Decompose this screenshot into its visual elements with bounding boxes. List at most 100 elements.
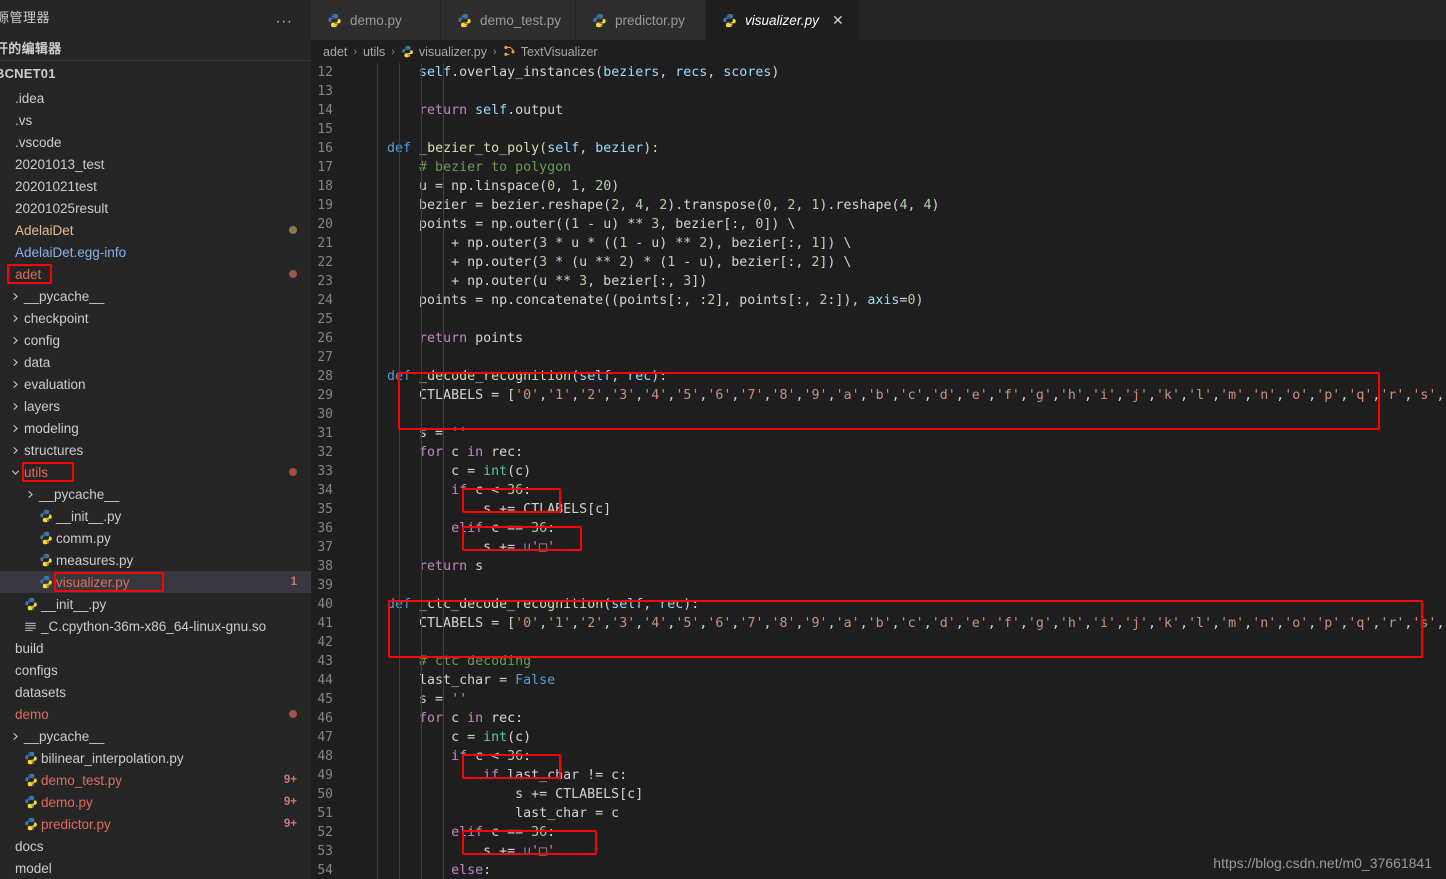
tree-item-predictor-py[interactable]: predictor.py 9+ (0, 813, 311, 835)
tab-demo-test-py[interactable]: demo_test.py (441, 0, 577, 40)
code-token: , (643, 597, 660, 612)
chevron-right-icon[interactable] (24, 490, 37, 499)
code-editor[interactable]: 12 self.overlay_instances(beziers, recs,… (311, 63, 1446, 879)
chevron-right-icon[interactable] (9, 424, 22, 433)
code-token: : (547, 521, 556, 536)
tree-item-20201021test[interactable]: 20201021test (0, 175, 311, 197)
chevron-down-icon[interactable] (9, 468, 22, 477)
tree-item-20201025result[interactable]: 20201025result (0, 197, 311, 219)
code-text: CTLABELS = ['0','1','2','3','4','5','6',… (355, 614, 1446, 633)
tree-item-bilinear-interpolation-py[interactable]: bilinear_interpolation.py (0, 747, 311, 769)
breadcrumb-item-adet[interactable]: adet (323, 45, 347, 59)
tree-item-utils[interactable]: utils (0, 461, 311, 483)
tree-item-evaluation[interactable]: evaluation (0, 373, 311, 395)
tree-item-adelaidet[interactable]: AdelaiDet (0, 219, 311, 241)
breadcrumb-item-visualizer-py[interactable]: visualizer.py (401, 45, 487, 59)
tree-item-model[interactable]: model (0, 857, 311, 879)
tree-item--pycache-[interactable]: __pycache__ (0, 285, 311, 307)
tree-item--c-cpython-36m-x86-64-linux-gnu-so[interactable]: _C.cpython-36m-x86_64-linux-gnu.so (0, 615, 311, 637)
tree-item-docs[interactable]: docs (0, 835, 311, 857)
chevron-right-icon[interactable] (9, 446, 22, 455)
code-token: int (483, 464, 508, 479)
tree-item--init-py[interactable]: __init__.py (0, 593, 311, 615)
tree-item-20201013-test[interactable]: 20201013_test (0, 153, 311, 175)
tree-item-adelaidet-egg-info[interactable]: AdelaiDet.egg-info (0, 241, 311, 263)
tree-item--init-py[interactable]: __init__.py (0, 505, 311, 527)
tree-item-measures-py[interactable]: measures.py (0, 549, 311, 571)
tree-item--pycache-[interactable]: __pycache__ (0, 725, 311, 747)
python-file-icon (37, 531, 54, 545)
tree-item-config[interactable]: config (0, 329, 311, 351)
chevron-right-icon[interactable] (9, 380, 22, 389)
tab-predictor-py[interactable]: predictor.py (576, 0, 707, 40)
tree-item--pycache-[interactable]: __pycache__ (0, 483, 311, 505)
line-number: 29 (317, 388, 333, 403)
code-text: if last_char != c: (355, 766, 627, 785)
code-line: 20 points = np.outer((1 - u) ** 3, bezie… (311, 215, 1446, 234)
code-text: s = '' (355, 424, 467, 443)
code-token: , (795, 388, 804, 403)
tab-demo-py[interactable]: demo.py (311, 0, 441, 40)
tree-item-configs[interactable]: configs (0, 659, 311, 681)
tree-item-demo[interactable]: demo (0, 703, 311, 725)
tab-label: predictor.py (615, 12, 685, 28)
binary-file-icon (22, 620, 39, 633)
tree-item-label: AdelaiDet.egg-info (15, 244, 127, 260)
tree-item-comm-py[interactable]: comm.py (0, 527, 311, 549)
tree-item--vscode[interactable]: .vscode (0, 131, 311, 153)
tree-item-build[interactable]: build (0, 637, 311, 659)
code-token: c == (483, 825, 532, 840)
python-file-icon (22, 795, 39, 809)
tree-item-layers[interactable]: layers (0, 395, 311, 417)
chevron-right-icon[interactable] (9, 358, 22, 367)
code-token: points = np.outer(( (355, 217, 572, 232)
explorer-title: 源管理器 (0, 10, 51, 25)
code-line: 48 if c < 36: (311, 747, 1446, 766)
more-actions-icon[interactable]: ... (276, 10, 293, 25)
chevron-right-icon[interactable] (9, 314, 22, 323)
code-token: '9' (803, 616, 828, 631)
tree-item-adet[interactable]: adet (0, 263, 311, 285)
tree-item-demo-test-py[interactable]: demo_test.py 9+ (0, 769, 311, 791)
tree-item-label: structures (24, 442, 84, 458)
tree-item-data[interactable]: data (0, 351, 311, 373)
code-token: , (891, 388, 900, 403)
tree-item-label: adet (15, 266, 42, 282)
breadcrumb-item-textvisualizer[interactable]: TextVisualizer (503, 45, 598, 59)
workspace-root-row[interactable]: BCNET01 (0, 61, 311, 85)
tree-item--idea[interactable]: .idea (0, 87, 311, 109)
chevron-right-icon[interactable] (9, 336, 22, 345)
code-line: 28 def _decode_recognition(self, rec): (311, 367, 1446, 386)
code-token: 'r' (1380, 388, 1405, 403)
tree-item-label: _C.cpython-36m-x86_64-linux-gnu.so (41, 618, 267, 634)
code-text: # bezier to polygon (355, 158, 571, 177)
tree-item--vs[interactable]: .vs (0, 109, 311, 131)
chevron-right-icon[interactable] (9, 292, 22, 301)
git-status-dot (289, 710, 297, 718)
chevron-right-icon[interactable] (9, 402, 22, 411)
tree-item-datasets[interactable]: datasets (0, 681, 311, 703)
indent-guide (399, 63, 400, 879)
tree-item-checkpoint[interactable]: checkpoint (0, 307, 311, 329)
tree-item-structures[interactable]: structures (0, 439, 311, 461)
code-token: 'p' (1316, 388, 1341, 403)
breadcrumb-separator: › (493, 45, 497, 58)
open-editors-section[interactable]: 开的编辑器 (0, 35, 311, 61)
chevron-right-icon[interactable] (9, 732, 22, 741)
tree-item-demo-py[interactable]: demo.py 9+ (0, 791, 311, 813)
tree-item-modeling[interactable]: modeling (0, 417, 311, 439)
tree-item-label: predictor.py (41, 816, 111, 832)
code-token: 1 (571, 217, 580, 232)
code-token: , (827, 388, 836, 403)
breadcrumb-item-utils[interactable]: utils (363, 45, 385, 59)
tab-visualizer-py[interactable]: visualizer.py ✕ (706, 0, 860, 40)
code-line: 21 + np.outer(3 * u * ((1 - u) ** 2), be… (311, 234, 1446, 253)
code-token: 4 (899, 198, 908, 213)
line-number: 18 (317, 179, 333, 194)
close-icon[interactable]: ✕ (831, 12, 845, 29)
code-line: 35 s += CTLABELS[c] (311, 500, 1446, 519)
code-line: 29 CTLABELS = ['0','1','2','3','4','5','… (311, 386, 1446, 405)
tree-item-visualizer-py[interactable]: visualizer.py 1 (0, 571, 311, 593)
